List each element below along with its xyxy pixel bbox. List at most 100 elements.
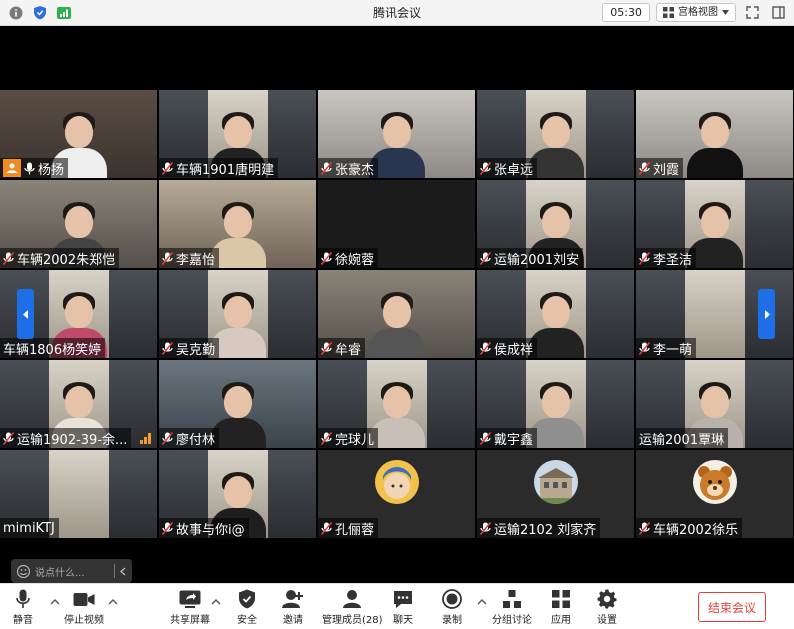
next-page-button[interactable]	[758, 289, 775, 339]
meeting-timer: 05:30	[602, 3, 650, 22]
shield-icon[interactable]	[32, 5, 48, 21]
previous-page-button[interactable]	[17, 289, 34, 339]
chat-input-placeholder[interactable]: 说点什么...	[35, 564, 85, 579]
chat-input-popup[interactable]: 说点什么...	[11, 559, 132, 583]
invite-button[interactable]: 邀请	[282, 588, 304, 626]
host-icon	[3, 159, 21, 177]
members-icon	[343, 590, 362, 608]
participant-tile[interactable]: 完球儿	[318, 360, 475, 448]
chevron-left-icon[interactable]	[120, 567, 126, 576]
microphone-muted-icon	[321, 431, 332, 445]
participant-name-bar: 运输2102 刘家齐	[477, 518, 601, 538]
participant-tile[interactable]: 故事与你i@	[159, 450, 316, 538]
chevron-up-icon[interactable]	[477, 598, 487, 606]
stop-video-button[interactable]: 停止视频	[64, 588, 104, 626]
participant-name: 车辆2002徐乐	[653, 522, 739, 538]
chevron-left-icon	[22, 309, 28, 319]
participant-name-bar: 李圣洁	[636, 248, 697, 268]
chat-label: 聊天	[393, 615, 413, 626]
participant-name-bar: 车辆1901唐明建	[159, 158, 279, 178]
chat-button[interactable]: 聊天	[392, 588, 414, 626]
chevron-right-icon	[764, 309, 770, 319]
microphone-icon	[24, 162, 35, 174]
participant-tile[interactable]: 运输2102 刘家齐	[477, 450, 634, 538]
participant-tile[interactable]: 李嘉怡	[159, 180, 316, 268]
avatar	[374, 460, 419, 504]
info-icon[interactable]	[8, 5, 24, 21]
participant-name-bar: 车辆2002朱郑恺	[0, 248, 120, 268]
microphone-muted-icon	[3, 431, 14, 445]
participant-tile[interactable]: 徐婉蓉	[318, 180, 475, 268]
participant-tile[interactable]: 廖付林	[159, 360, 316, 448]
network-signal-icon[interactable]	[56, 5, 72, 21]
participant-name: 李一萌	[653, 342, 693, 358]
chevron-up-icon[interactable]	[50, 598, 60, 606]
participant-tile[interactable]: 张豪杰	[318, 90, 475, 178]
participant-tile[interactable]: 吴克勤	[159, 270, 316, 358]
microphone-muted-icon	[480, 341, 491, 355]
participant-tile[interactable]: 刘霞	[636, 90, 793, 178]
participant-name: 张豪杰	[335, 162, 375, 178]
participant-tile[interactable]: 运输2001覃琳	[636, 360, 793, 448]
microphone-muted-icon	[639, 521, 650, 535]
record-label: 录制	[442, 615, 462, 626]
side-panel-icon[interactable]	[768, 3, 788, 22]
participant-name-bar: 运输2001刘安	[477, 248, 584, 268]
participant-name-bar: 吴克勤	[159, 338, 220, 358]
microphone-muted-icon	[321, 161, 332, 175]
participant-name: 完球儿	[335, 432, 375, 448]
participant-tile[interactable]: 孔俪蓉	[318, 450, 475, 538]
participant-tile[interactable]: 车辆1901唐明建	[159, 90, 316, 178]
participant-name: 廖付林	[176, 432, 216, 448]
chevron-up-icon[interactable]	[108, 598, 118, 606]
participant-tile[interactable]: 杨扬	[0, 90, 157, 178]
breakout-rooms-button[interactable]: 分组讨论	[492, 588, 532, 626]
participant-name: 牟睿	[335, 342, 362, 358]
microphone-muted-icon	[321, 251, 332, 265]
participant-tile[interactable]: 牟睿	[318, 270, 475, 358]
manage-members-button[interactable]: 管理成员(28)	[322, 588, 383, 626]
participant-tile[interactable]: 侯成祥	[477, 270, 634, 358]
apps-button[interactable]: 应用	[550, 588, 572, 626]
participant-name-bar: 故事与你i@	[159, 518, 249, 538]
participant-tile[interactable]: 运输1902-39-余...	[0, 360, 157, 448]
share-screen-button[interactable]: 共享屏幕	[170, 588, 210, 626]
title-bar: 腾讯会议 05:30 宫格视图	[0, 0, 794, 26]
security-button[interactable]: 安全	[236, 588, 258, 626]
participant-name-bar: 李嘉怡	[159, 248, 220, 268]
participant-name: 张卓远	[494, 162, 534, 178]
microphone-muted-icon	[321, 521, 332, 535]
microphone-muted-icon	[3, 251, 14, 265]
participant-name-bar: 侯成祥	[477, 338, 538, 358]
chevron-up-icon[interactable]	[211, 598, 221, 606]
grid-view-icon	[663, 7, 674, 18]
fullscreen-icon[interactable]	[742, 3, 762, 22]
share-screen-label: 共享屏幕	[170, 615, 210, 626]
microphone-muted-icon	[162, 521, 173, 535]
participant-name: 李嘉怡	[176, 252, 216, 268]
participant-name-bar: 廖付林	[159, 428, 220, 448]
chat-icon	[394, 590, 412, 608]
participant-tile[interactable]: 车辆2002朱郑恺	[0, 180, 157, 268]
mute-button[interactable]: 静音	[12, 588, 34, 626]
participant-tile[interactable]: 运输2001刘安	[477, 180, 634, 268]
participant-tile[interactable]: 张卓远	[477, 90, 634, 178]
participant-tile[interactable]: 戴宇鑫	[477, 360, 634, 448]
share-screen-icon	[179, 590, 201, 608]
settings-label: 设置	[597, 615, 617, 626]
participant-name-bar: 张豪杰	[318, 158, 379, 178]
participant-name-bar: 张卓远	[477, 158, 538, 178]
avatar	[533, 460, 578, 504]
participant-tile[interactable]: 李圣洁	[636, 180, 793, 268]
microphone-muted-icon	[480, 431, 491, 445]
chevron-down-icon	[722, 10, 729, 15]
view-mode-button[interactable]: 宫格视图	[656, 3, 736, 22]
manage-members-label: 管理成员(28)	[322, 615, 383, 626]
settings-button[interactable]: 设置	[596, 588, 618, 626]
emoji-icon[interactable]	[17, 564, 30, 578]
participant-tile[interactable]: mimiKTJ	[0, 450, 157, 538]
end-meeting-button[interactable]: 结束会议	[698, 592, 766, 622]
record-button[interactable]: 录制	[441, 588, 463, 626]
invite-label: 邀请	[283, 615, 303, 626]
participant-tile[interactable]: 车辆2002徐乐	[636, 450, 793, 538]
